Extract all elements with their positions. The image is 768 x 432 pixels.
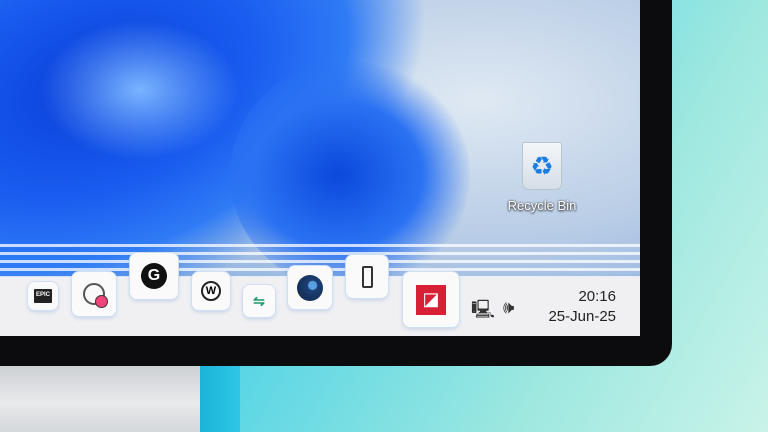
logitech-tray-button[interactable]: G <box>130 253 178 299</box>
clock-date: 25-Jun-25 <box>548 307 616 327</box>
volume-icon[interactable]: 🕪 <box>503 297 514 318</box>
clock-time: 20:16 <box>548 287 616 307</box>
usb-drive-icon <box>362 266 373 288</box>
network-icon[interactable]: 🖳 <box>471 297 495 327</box>
desktop-screen: ♻ Recycle Bin EPIC G W ⇋ ◪ 🖳 🕪 20:16 25-… <box>0 0 640 336</box>
logitech-g-icon: G <box>141 263 167 289</box>
w-app-tray-button[interactable]: W <box>192 272 230 310</box>
green-arrows-icon: ⇋ <box>253 293 265 310</box>
recycle-bin[interactable]: ♻ Recycle Bin <box>500 142 584 213</box>
steam-icon <box>297 275 323 301</box>
epic-games-tray-button[interactable]: EPIC <box>28 282 58 310</box>
epic-games-icon: EPIC <box>34 289 52 303</box>
amd-icon: ◪ <box>416 285 446 315</box>
wallpaper-highlight <box>40 20 240 160</box>
safely-remove-hardware-button[interactable] <box>346 255 388 298</box>
recycle-bin-icon: ♻ <box>522 142 562 190</box>
stand-shadow <box>200 360 240 432</box>
flower-badge-icon <box>83 283 105 305</box>
w-shield-icon: W <box>201 281 221 301</box>
monitor-stand <box>0 360 210 432</box>
amd-tray-button[interactable]: ◪ <box>403 272 459 327</box>
green-app-tray-button[interactable]: ⇋ <box>243 285 275 317</box>
steam-tray-button[interactable] <box>288 266 332 309</box>
taskbar-clock[interactable]: 20:16 25-Jun-25 <box>548 287 616 327</box>
recycle-bin-label: Recycle Bin <box>500 198 584 213</box>
notification-app-tray-button[interactable] <box>72 272 116 316</box>
